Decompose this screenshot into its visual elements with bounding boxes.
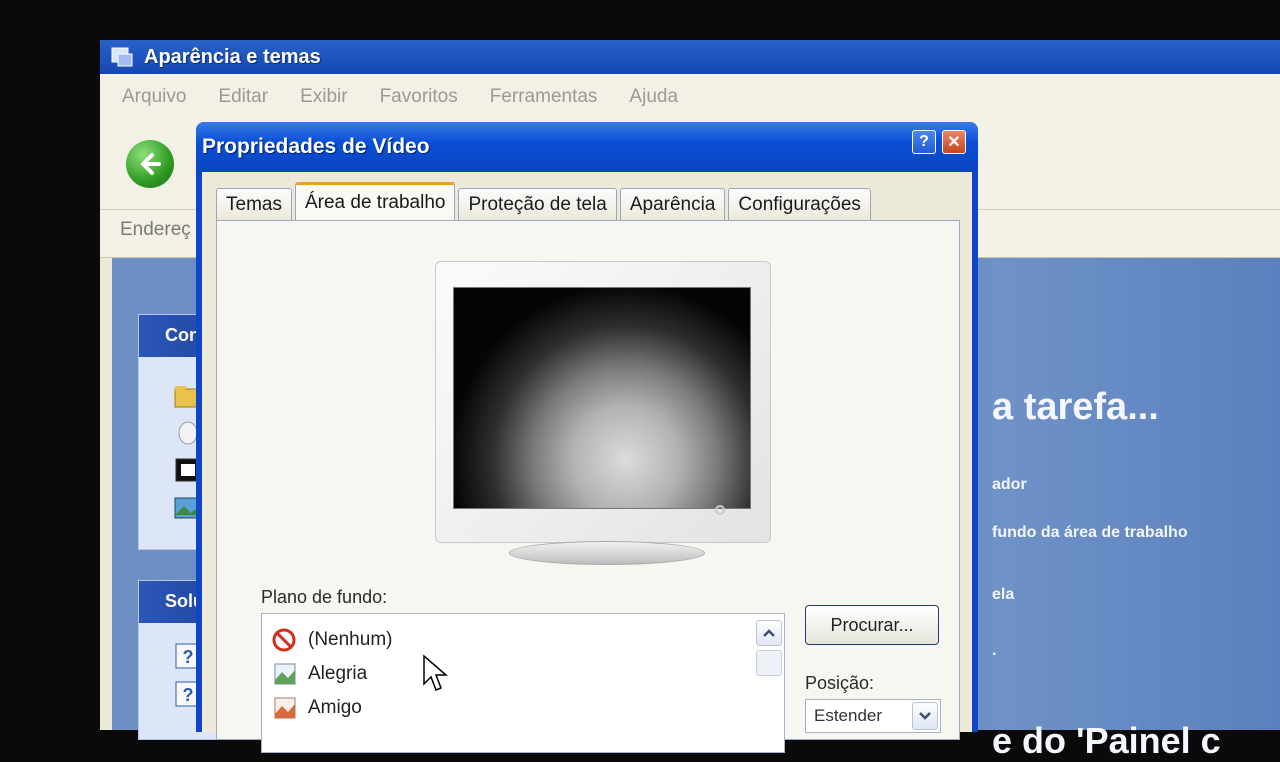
image-file-icon xyxy=(274,663,296,685)
list-item-label: Amigo xyxy=(308,697,362,718)
menu-exibir[interactable]: Exibir xyxy=(300,86,348,108)
position-dropdown[interactable]: Estender xyxy=(805,699,941,733)
svg-text:?: ? xyxy=(183,685,194,705)
background-label: Plano de fundo: xyxy=(261,587,388,607)
tab-protecao-de-tela[interactable]: Proteção de tela xyxy=(458,188,617,220)
power-led xyxy=(715,505,725,515)
menu-arquivo[interactable]: Arquivo xyxy=(122,86,186,108)
help-button[interactable]: ? xyxy=(912,130,936,154)
wallpaper-preview xyxy=(453,287,751,509)
dialog-body: Temas Área de trabalho Proteção de tela … xyxy=(202,172,972,753)
menu-favoritos[interactable]: Favoritos xyxy=(380,86,458,108)
mouse-cursor-icon xyxy=(423,654,448,691)
background-list[interactable]: (Nenhum) Alegria Amigo xyxy=(261,613,785,753)
position-label: Posição: xyxy=(805,673,875,693)
monitor-preview xyxy=(435,261,771,565)
tab-temas[interactable]: Temas xyxy=(216,188,292,220)
dialog-title: Propriedades de Vídeo xyxy=(202,135,430,158)
task-link[interactable]: ador xyxy=(992,476,1027,494)
chevron-up-icon xyxy=(763,629,775,637)
position-value: Estender xyxy=(814,706,883,725)
tab-aparencia[interactable]: Aparência xyxy=(619,188,726,220)
list-item[interactable]: Amigo xyxy=(272,696,362,720)
task-link[interactable]: fundo da área de trabalho xyxy=(992,524,1188,542)
display-properties-dialog: Propriedades de Vídeo ? ✕ Temas Área de … xyxy=(196,122,978,753)
no-entry-icon xyxy=(272,628,296,652)
dialog-titlebar[interactable]: Propriedades de Vídeo xyxy=(196,122,978,172)
back-arrow-icon xyxy=(141,153,161,175)
control-panel-icon-heading: e do 'Painel c xyxy=(992,720,1221,761)
pick-task-heading: a tarefa... xyxy=(992,386,1159,428)
tab-configuracoes[interactable]: Configurações xyxy=(728,188,871,220)
back-button[interactable] xyxy=(126,140,174,188)
menu-editar[interactable]: Editar xyxy=(218,86,268,108)
list-item[interactable]: (Nenhum) xyxy=(272,628,392,652)
task-pane: a tarefa... ador fundo da área de trabal… xyxy=(992,258,1280,761)
close-button[interactable]: ✕ xyxy=(942,130,966,154)
scrollbar-thumb[interactable] xyxy=(756,650,782,676)
task-link[interactable]: . xyxy=(992,642,996,660)
desktop-tab-panel: Plano de fundo: (Nenhum) Alegria Amigo P… xyxy=(216,220,960,753)
task-link[interactable]: ela xyxy=(992,586,1014,604)
address-label: Endereç xyxy=(120,219,191,240)
menu-bar: Arquivo Editar Exibir Favoritos Ferramen… xyxy=(100,74,1280,120)
control-panel-icon xyxy=(111,47,133,67)
list-item[interactable]: Alegria xyxy=(272,662,367,686)
image-file-icon xyxy=(274,697,296,719)
menu-ajuda[interactable]: Ajuda xyxy=(629,86,678,108)
window-title: Aparência e temas xyxy=(144,45,321,68)
list-item-label: (Nenhum) xyxy=(308,629,393,650)
browse-button[interactable]: Procurar... xyxy=(805,605,939,645)
menu-ferramentas[interactable]: Ferramentas xyxy=(490,86,598,108)
tab-area-de-trabalho[interactable]: Área de trabalho xyxy=(294,182,456,220)
window-titlebar: Aparência e temas xyxy=(100,40,1280,74)
svg-text:?: ? xyxy=(183,647,194,667)
monitor-stand xyxy=(509,541,705,565)
tab-strip: Temas Área de trabalho Proteção de tela … xyxy=(216,182,874,220)
dropdown-arrow[interactable] xyxy=(912,702,938,730)
list-item-label: Alegria xyxy=(308,663,368,684)
scroll-up-button[interactable] xyxy=(756,620,782,646)
